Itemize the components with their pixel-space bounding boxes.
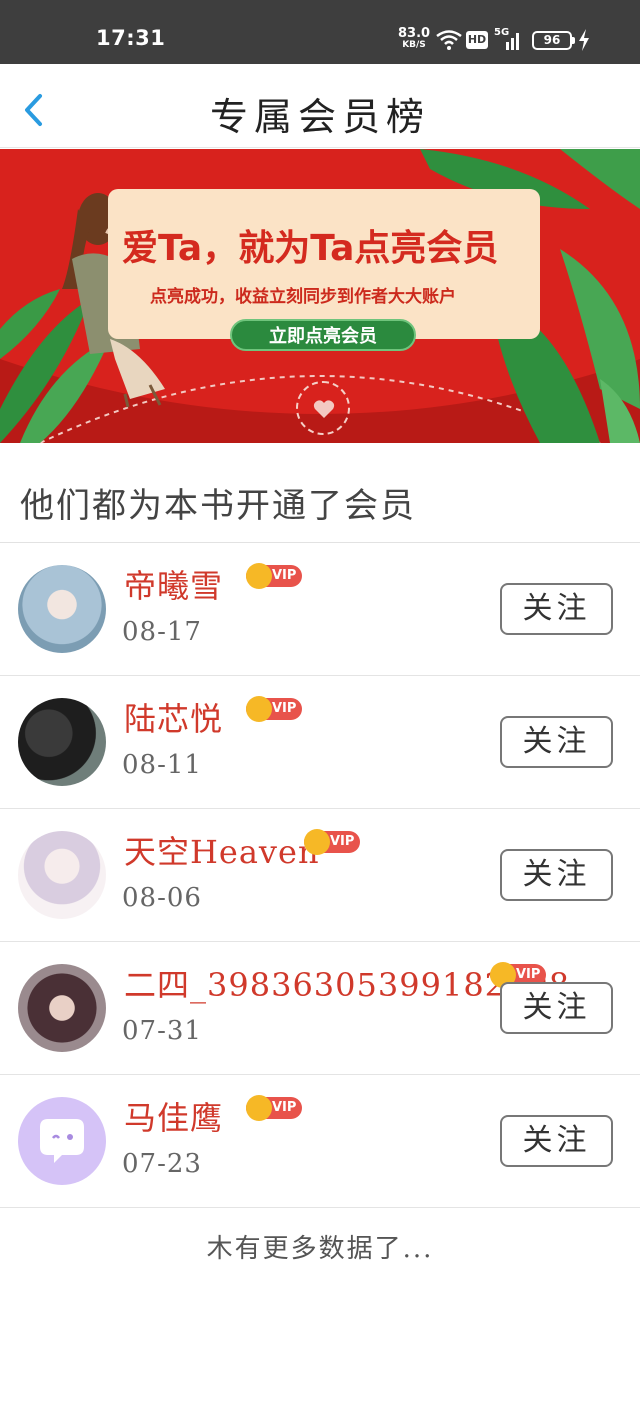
member-join-date: 07-31	[122, 1016, 202, 1046]
no-more-data-text: 木有更多数据了...	[206, 1234, 434, 1264]
network-speed: 83.0 KB/S	[398, 27, 430, 50]
avatar[interactable]	[18, 565, 106, 653]
avatar[interactable]	[18, 964, 106, 1052]
follow-button[interactable]: 关注	[500, 716, 613, 768]
network-speed-value: 83.0	[398, 26, 431, 41]
vip-badge: VIP	[246, 1095, 303, 1121]
app-header: 专属会员榜	[0, 64, 640, 148]
member-join-date: 08-06	[122, 883, 202, 913]
follow-button[interactable]: 关注	[500, 982, 613, 1034]
status-time: 17:31	[96, 26, 166, 50]
crown-icon	[246, 696, 272, 722]
vip-badge-label: VIP	[516, 967, 541, 982]
member-join-date: 08-11	[122, 750, 202, 780]
status-bar: 17:31 83.0 KB/S HD 5G 96	[0, 0, 640, 64]
member-name[interactable]: 马佳鹰	[124, 1093, 223, 1139]
crown-icon	[246, 1095, 272, 1121]
vip-badge-label: VIP	[272, 568, 297, 583]
avatar[interactable]	[18, 831, 106, 919]
charging-bolt-icon	[579, 29, 589, 51]
banner-subtext: 点亮成功，收益立刻同步到作者大大账户	[150, 287, 456, 307]
avatar[interactable]	[18, 698, 106, 786]
crown-icon	[246, 563, 272, 589]
page-title: 专属会员榜	[209, 95, 430, 139]
member-name[interactable]: 帝曦雪	[124, 561, 223, 607]
member-name[interactable]: 天空Heaven	[124, 827, 320, 873]
wifi-icon	[436, 30, 462, 50]
signal-icon	[506, 33, 519, 50]
member-row[interactable]: 马佳鹰 VIP 07-23 关注	[0, 1075, 640, 1208]
banner-headline: 爱Ta，就为Ta点亮会员	[122, 228, 499, 269]
avatar[interactable]	[18, 1097, 106, 1185]
follow-button[interactable]: 关注	[500, 583, 613, 635]
member-name[interactable]: 陆芯悦	[124, 694, 223, 740]
crown-icon	[304, 829, 330, 855]
battery-icon: 96	[532, 31, 575, 50]
member-row[interactable]: 天空Heaven VIP 08-06 关注	[0, 809, 640, 942]
vip-badge: VIP	[304, 829, 361, 855]
vip-badge: VIP	[246, 696, 303, 722]
promo-banner[interactable]: 爱Ta，就为Ta点亮会员 点亮成功，收益立刻同步到作者大大账户 立即点亮会员	[0, 149, 640, 443]
vip-badge-label: VIP	[330, 834, 355, 849]
hd-icon: HD	[466, 31, 488, 49]
member-join-date: 07-23	[122, 1149, 202, 1179]
vip-badge: VIP	[246, 563, 303, 589]
follow-button[interactable]: 关注	[500, 849, 613, 901]
member-join-date: 08-17	[122, 617, 202, 647]
heart-icon	[313, 400, 335, 418]
default-chat-avatar-icon	[40, 1119, 84, 1163]
member-row[interactable]: 陆芯悦 VIP 08-11 关注	[0, 676, 640, 809]
network-speed-unit: KB/S	[402, 40, 426, 50]
member-row[interactable]: 帝曦雪 VIP 08-17 关注	[0, 543, 640, 676]
light-up-membership-button[interactable]: 立即点亮会员	[230, 319, 416, 351]
follow-button[interactable]: 关注	[500, 1115, 613, 1167]
member-row[interactable]: 二四_39836305399182898 VIP 07-31 关注	[0, 942, 640, 1075]
section-title: 他们都为本书开通了会员	[20, 486, 416, 526]
vip-badge-label: VIP	[272, 701, 297, 716]
heart-seal-icon	[296, 381, 350, 435]
vip-badge-label: VIP	[272, 1100, 297, 1115]
